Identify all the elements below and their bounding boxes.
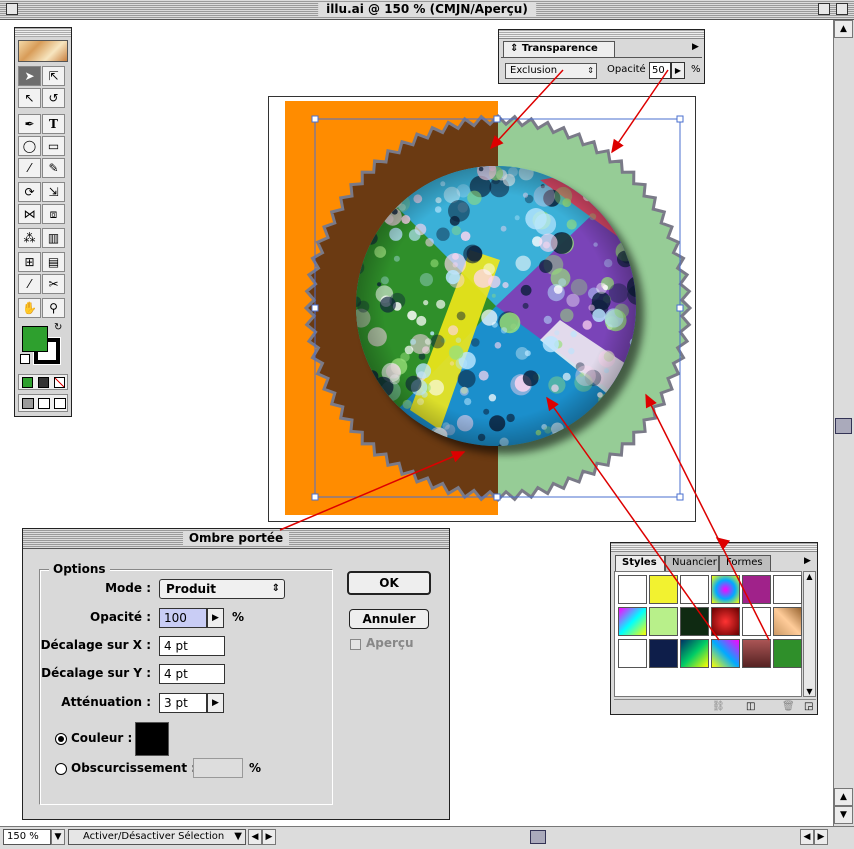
blend-mode-select[interactable]: Exclusion ⇕ <box>505 63 597 79</box>
darkness-radio[interactable] <box>55 763 67 775</box>
style-swatch[interactable] <box>742 639 771 668</box>
darkness-percent: % <box>249 761 262 775</box>
blur-slider-arrow-icon[interactable]: ▶ <box>207 693 224 713</box>
mode-label: Mode : <box>105 581 151 595</box>
blur-input[interactable]: 3 pt <box>159 693 207 713</box>
break-link-icon[interactable]: ⛓ <box>712 701 725 712</box>
opacity-percent: % <box>232 610 245 624</box>
style-swatch[interactable] <box>742 607 771 636</box>
styles-panel: Styles Nuancier Formes ▶ ▲ ▼ ⛓ ◫ 🗑 ◲ <box>610 542 818 715</box>
style-swatch[interactable] <box>680 639 709 668</box>
opacity-slider-arrow-icon[interactable]: ▶ <box>671 62 685 79</box>
tab-nuancier[interactable]: Nuancier <box>665 555 719 571</box>
style-swatch[interactable] <box>773 607 802 636</box>
x-offset-label: Décalage sur X : <box>40 638 151 652</box>
style-swatch[interactable] <box>618 607 647 636</box>
transparency-panel-grip[interactable] <box>499 30 704 39</box>
panel-menu-arrow-icon[interactable]: ▶ <box>692 42 699 52</box>
style-swatch[interactable] <box>680 575 709 604</box>
style-swatch[interactable] <box>773 575 802 604</box>
style-swatch[interactable] <box>680 607 709 636</box>
x-offset-input[interactable]: 4 pt <box>159 636 225 656</box>
opacity-slider-arrow-icon[interactable]: ▶ <box>207 608 224 628</box>
style-swatch[interactable] <box>711 575 740 604</box>
opacity-percent: % <box>691 64 701 75</box>
style-swatch[interactable] <box>649 607 678 636</box>
style-swatch[interactable] <box>773 639 802 668</box>
cancel-button[interactable]: Annuler <box>349 609 429 629</box>
style-swatch[interactable] <box>742 575 771 604</box>
select-arrows-icon: ⇕ <box>271 583 280 594</box>
tab-formes[interactable]: Formes <box>719 555 771 571</box>
style-swatch[interactable] <box>711 607 740 636</box>
opacity-label: Opacité : <box>607 64 653 75</box>
new-style-icon[interactable]: ◫ <box>746 701 755 712</box>
resize-grip-icon[interactable]: ◲ <box>804 701 813 712</box>
darkness-label: Obscurcissement : <box>71 761 197 775</box>
style-swatch[interactable] <box>618 575 647 604</box>
color-label: Couleur : <box>71 731 133 745</box>
dialog-titlebar[interactable]: Ombre portée <box>23 529 449 549</box>
styles-scrollbar[interactable]: ▲ ▼ <box>803 571 816 697</box>
style-swatch[interactable] <box>649 639 678 668</box>
styles-bottom-bar: ⛓ ◫ 🗑 ◲ <box>614 699 816 713</box>
tab-transparency[interactable]: ⇕ Transparence <box>503 41 615 57</box>
preview-checkbox[interactable] <box>350 639 361 650</box>
transparency-panel: ⇕ Transparence ▶ Exclusion ⇕ Opacité : 5… <box>498 29 705 84</box>
style-swatch[interactable] <box>711 639 740 668</box>
color-radio[interactable] <box>55 733 67 745</box>
select-arrows-icon: ⇕ <box>587 66 594 75</box>
styles-menu-arrow-icon[interactable]: ▶ <box>804 556 811 566</box>
y-offset-input[interactable]: 4 pt <box>159 664 225 684</box>
options-group-label: Options <box>49 562 110 576</box>
tab-styles[interactable]: Styles <box>615 555 665 571</box>
tab-arrows-icon: ⇕ <box>510 43 519 54</box>
y-offset-label: Décalage sur Y : <box>41 666 151 680</box>
preview-label: Aperçu <box>366 636 414 650</box>
darkness-input[interactable] <box>193 758 243 778</box>
styles-panel-grip[interactable] <box>611 543 817 552</box>
mode-select[interactable]: Produit ⇕ <box>159 579 285 599</box>
opacity-input[interactable]: 100 <box>159 608 207 628</box>
shadow-color-swatch[interactable] <box>135 722 169 756</box>
dialog-title: Ombre portée <box>182 531 290 545</box>
opacity-label: Opacité : <box>90 610 151 624</box>
ok-button[interactable]: OK <box>347 571 431 595</box>
trash-icon[interactable]: 🗑 <box>782 701 795 712</box>
opacity-input[interactable]: 50 <box>649 62 671 79</box>
style-swatch[interactable] <box>618 639 647 668</box>
blur-label: Atténuation : <box>61 695 151 709</box>
style-swatch[interactable] <box>649 575 678 604</box>
styles-grid <box>614 571 802 697</box>
drop-shadow-dialog: Ombre portée Options Mode : Produit ⇕ Op… <box>22 528 450 820</box>
